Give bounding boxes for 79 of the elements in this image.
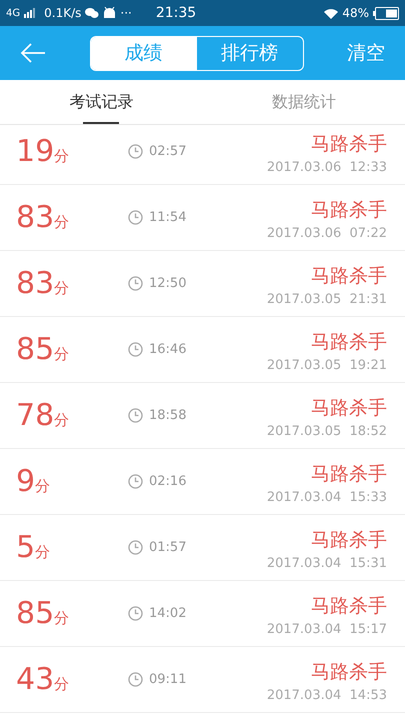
rank-title: 马路杀手 — [311, 594, 387, 618]
score: 83 — [16, 199, 54, 237]
score-unit: 分 — [54, 146, 70, 167]
wifi-icon — [324, 8, 338, 18]
clock-icon — [128, 672, 143, 687]
duration: 11:54 — [149, 208, 186, 227]
back-icon — [20, 43, 46, 63]
network-label: 4G — [6, 6, 20, 20]
more-label: ··· — [120, 5, 132, 22]
record-row[interactable]: 83分 11:54 马路杀手 2017.03.06 07:22 — [0, 185, 405, 251]
battery-label: 48% — [342, 5, 369, 22]
rank-title: 马路杀手 — [311, 528, 387, 552]
signal-icon — [24, 8, 36, 18]
rank-title: 马路杀手 — [311, 132, 387, 156]
date-time: 2017.03.05 19:21 — [266, 357, 387, 375]
duration: 01:57 — [149, 538, 186, 557]
date-time: 2017.03.05 21:31 — [266, 291, 387, 309]
score-unit: 分 — [35, 476, 50, 497]
duration: 16:46 — [149, 340, 186, 359]
score-unit: 分 — [35, 542, 50, 563]
score-unit: 分 — [54, 344, 70, 365]
record-row[interactable]: 85分 16:46 马路杀手 2017.03.05 19:21 — [0, 317, 405, 383]
score: 78 — [16, 397, 54, 435]
clock-icon — [128, 474, 143, 489]
duration: 12:50 — [149, 274, 186, 293]
rank-title: 马路杀手 — [311, 660, 387, 684]
score-unit: 分 — [54, 212, 70, 233]
score-unit: 分 — [54, 674, 70, 695]
clock-icon — [128, 606, 143, 621]
clock-icon — [128, 342, 143, 357]
clock-icon — [128, 540, 143, 555]
record-row[interactable]: 83分 12:50 马路杀手 2017.03.05 21:31 — [0, 251, 405, 317]
duration: 02:16 — [149, 472, 186, 491]
tab[interactable]: 数据统计 — [202, 80, 405, 124]
rank-title: 马路杀手 — [311, 462, 387, 486]
rank-title: 马路杀手 — [311, 330, 387, 354]
chat-icon — [85, 7, 100, 19]
score: 5 — [16, 529, 36, 567]
clock-icon — [128, 276, 143, 291]
battery-icon — [373, 6, 399, 20]
record-row[interactable]: 85分 14:02 马路杀手 2017.03.04 15:17 — [0, 581, 405, 647]
duration: 09:11 — [149, 670, 186, 689]
android-icon — [103, 7, 116, 19]
clear-button[interactable]: 清空 — [347, 38, 385, 68]
tab[interactable]: 考试记录 — [0, 80, 202, 124]
date-time: 2017.03.04 14:53 — [266, 687, 387, 705]
score: 85 — [16, 331, 54, 369]
date-time: 2017.03.04 15:31 — [266, 555, 387, 573]
speed-label: 0.1K/s — [44, 5, 82, 22]
score-unit: 分 — [54, 278, 70, 299]
date-time: 2017.03.04 15:17 — [266, 621, 387, 639]
clock-icon — [128, 408, 143, 423]
rank-title: 马路杀手 — [311, 264, 387, 288]
score-unit: 分 — [54, 410, 70, 431]
record-row[interactable]: 9分 02:16 马路杀手 2017.03.04 15:33 — [0, 449, 405, 515]
segment-tab[interactable]: 成绩 — [90, 36, 196, 70]
score: 19 — [16, 133, 54, 171]
score: 83 — [16, 265, 54, 303]
duration: 02:57 — [149, 142, 186, 161]
record-row[interactable]: 43分 09:11 马路杀手 2017.03.04 14:53 — [0, 647, 405, 713]
clock-icon — [128, 210, 143, 225]
score-unit: 分 — [54, 608, 70, 629]
date-time: 2017.03.04 15:33 — [266, 489, 387, 507]
duration: 18:58 — [149, 406, 186, 425]
record-row[interactable]: 19分 02:57 马路杀手 2017.03.06 12:33 — [0, 125, 405, 185]
score: 85 — [16, 595, 54, 633]
date-time: 2017.03.05 18:52 — [266, 423, 387, 441]
clock: 21:35 — [156, 4, 196, 22]
segment-tab[interactable]: 排行榜 — [196, 36, 302, 70]
record-row[interactable]: 78分 18:58 马路杀手 2017.03.05 18:52 — [0, 383, 405, 449]
score: 9 — [16, 463, 36, 501]
score: 43 — [16, 661, 54, 699]
date-time: 2017.03.06 07:22 — [266, 225, 387, 243]
record-row[interactable]: 5分 01:57 马路杀手 2017.03.04 15:31 — [0, 515, 405, 581]
rank-title: 马路杀手 — [311, 198, 387, 222]
clock-icon — [128, 144, 143, 159]
rank-title: 马路杀手 — [311, 396, 387, 420]
date-time: 2017.03.06 12:33 — [266, 159, 387, 177]
duration: 14:02 — [149, 604, 186, 623]
